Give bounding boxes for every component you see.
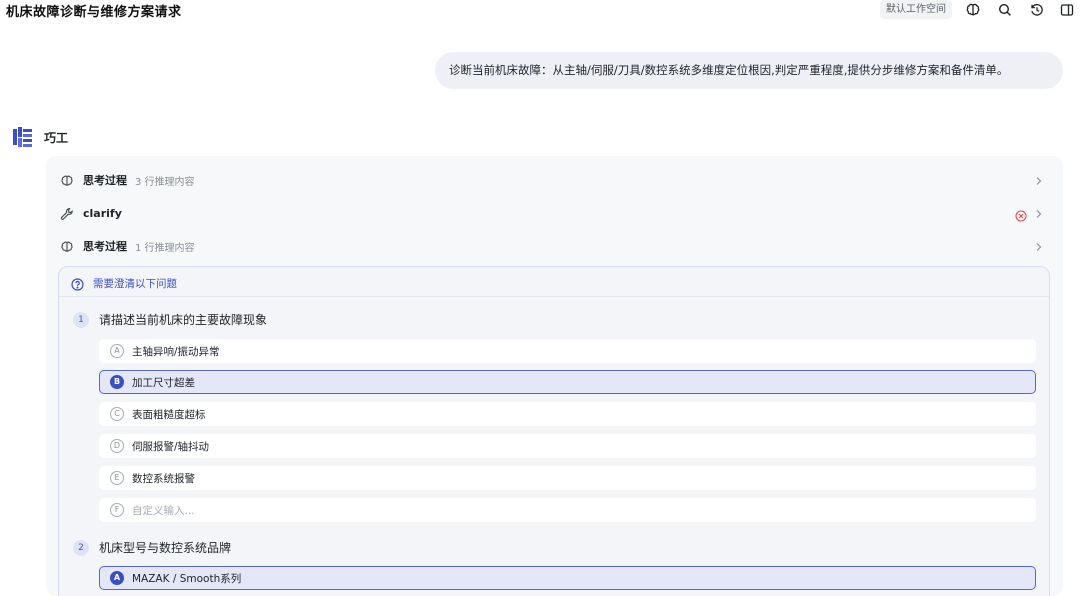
option-letter: F: [110, 503, 124, 517]
step-title: 思考过程: [83, 174, 127, 187]
tool-step-clarify[interactable]: clarify: [46, 198, 1063, 228]
clarify-questions-box: 需要澄清以下问题 1 请描述当前机床的主要故障现象 A 主轴异响/振动异常 B …: [58, 266, 1050, 596]
user-message-bubble: 诊断当前机床故障：从主轴/伺服/刀具/数控系统多维度定位根因,判定严重程度,提供…: [435, 52, 1063, 89]
brain-icon[interactable]: [964, 1, 982, 19]
clarify-header: 需要澄清以下问题: [59, 267, 1049, 297]
workspace-badge[interactable]: 默认工作空间: [880, 0, 952, 19]
option-label: 加工尺寸超差: [132, 376, 195, 389]
top-bar: 机床故障诊断与维修方案请求 默认工作空间: [0, 0, 1080, 22]
option-letter: C: [110, 407, 124, 421]
option-b-selected[interactable]: B 加工尺寸超差: [99, 370, 1036, 394]
question-number-badge: 2: [73, 539, 89, 556]
option-letter: A: [110, 571, 124, 585]
option-d[interactable]: D 伺服报警/轴抖动: [99, 434, 1036, 458]
chevron-right-icon: [1033, 173, 1045, 187]
assistant-response-panel: 思考过程 3 行推理内容 clarify 思考过程 1 行推理内容 需要澄清以下…: [46, 156, 1063, 596]
question-2-title: 2 机床型号与数控系统品牌: [73, 539, 231, 556]
thinking-step-1[interactable]: 思考过程 3 行推理内容: [46, 165, 1063, 195]
history-icon[interactable]: [1028, 1, 1046, 19]
question-1-title: 1 请描述当前机床的主要故障现象: [73, 311, 267, 328]
option-c[interactable]: C 表面粗糙度超标: [99, 402, 1036, 426]
option-a[interactable]: A 主轴异响/振动异常: [99, 339, 1036, 363]
option-letter: D: [110, 439, 124, 453]
custom-input-placeholder: 自定义输入...: [132, 504, 195, 517]
question-text: 机床型号与数控系统品牌: [99, 541, 232, 555]
step-subtitle: 3 行推理内容: [135, 176, 195, 188]
option-label: 主轴异响/振动异常: [132, 345, 220, 358]
option-e[interactable]: E 数控系统报警: [99, 466, 1036, 490]
option-label: 数控系统报警: [132, 472, 195, 485]
step-title: clarify: [83, 206, 122, 220]
chevron-right-icon: [1033, 239, 1045, 253]
clarify-header-label: 需要澄清以下问题: [93, 278, 177, 290]
option-label: 伺服报警/轴抖动: [132, 440, 210, 453]
question-circle-icon: [71, 276, 84, 291]
page-title: 机床故障诊断与维修方案请求: [6, 5, 182, 20]
option-letter: E: [110, 471, 124, 485]
option-label: 表面粗糙度超标: [132, 408, 206, 421]
option-letter: B: [110, 375, 124, 389]
sidebar-toggle-icon[interactable]: [1058, 1, 1076, 19]
brain-icon: [60, 173, 74, 187]
thinking-step-2[interactable]: 思考过程 1 行推理内容: [46, 231, 1063, 261]
assistant-logo-icon: [11, 125, 35, 149]
brain-icon: [60, 239, 74, 253]
assistant-name: 巧工: [44, 131, 69, 145]
question-text: 请描述当前机床的主要故障现象: [99, 313, 268, 327]
wrench-icon: [60, 206, 74, 220]
option-letter: A: [110, 344, 124, 358]
option-label: MAZAK / Smooth系列: [132, 572, 242, 585]
search-icon[interactable]: [996, 1, 1014, 19]
step-title: 思考过程: [83, 240, 127, 253]
custom-input-option[interactable]: F 自定义输入...: [99, 498, 1036, 522]
option-a-selected[interactable]: A MAZAK / Smooth系列: [99, 566, 1036, 590]
error-icon: [1015, 207, 1027, 222]
step-subtitle: 1 行推理内容: [135, 242, 195, 254]
chevron-right-icon: [1033, 206, 1045, 220]
question-number-badge: 1: [73, 311, 89, 328]
